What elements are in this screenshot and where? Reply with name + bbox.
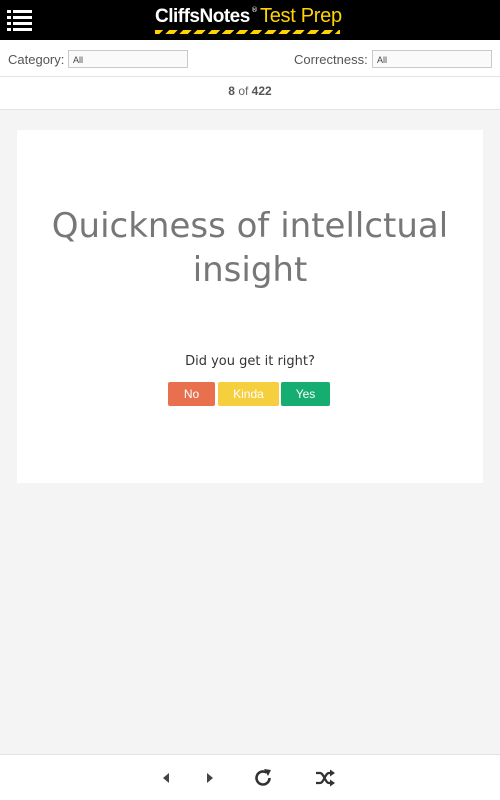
- shuffle-icon[interactable]: [314, 767, 336, 789]
- current-card-number: 8: [228, 84, 235, 98]
- term-line-2: insight: [192, 250, 308, 290]
- next-icon[interactable]: [199, 767, 221, 789]
- brand-tagline: Test Prep: [260, 5, 342, 27]
- restart-icon[interactable]: [252, 767, 274, 789]
- brand-registered-mark: ®: [251, 6, 258, 14]
- flashcard[interactable]: Quickness of intellctual insight Did you…: [17, 130, 483, 483]
- list-menu-icon[interactable]: [7, 9, 33, 31]
- top-header: CliffsNotes ® Test Prep: [0, 0, 500, 40]
- brand-logo: CliffsNotes ® Test Prep: [150, 0, 350, 40]
- total-card-count: 422: [251, 84, 272, 98]
- bottom-toolbar: [0, 754, 500, 800]
- category-label: Category:: [8, 52, 65, 67]
- counter-of-text: of: [238, 84, 249, 98]
- filter-bar: Category: All Correctness: All: [0, 40, 500, 77]
- category-select[interactable]: All: [68, 50, 188, 68]
- term-line-1: Quickness of intellctual: [51, 206, 449, 246]
- yes-button[interactable]: Yes: [281, 382, 330, 406]
- correctness-select[interactable]: All: [372, 50, 492, 68]
- no-button[interactable]: No: [168, 382, 215, 406]
- brand-name: CliffsNotes: [155, 6, 250, 27]
- card-counter: 8 of 422: [0, 77, 500, 110]
- correctness-label: Correctness:: [294, 52, 368, 67]
- previous-icon[interactable]: [156, 767, 178, 789]
- kinda-button[interactable]: Kinda: [218, 382, 279, 406]
- flashcard-app: CliffsNotes ® Test Prep Category: All Co…: [0, 0, 500, 800]
- flashcard-term: Quickness of intellctual insight: [17, 204, 483, 292]
- self-assessment-prompt: Did you get it right?: [185, 354, 315, 369]
- brand-hazard-stripe: [155, 30, 340, 34]
